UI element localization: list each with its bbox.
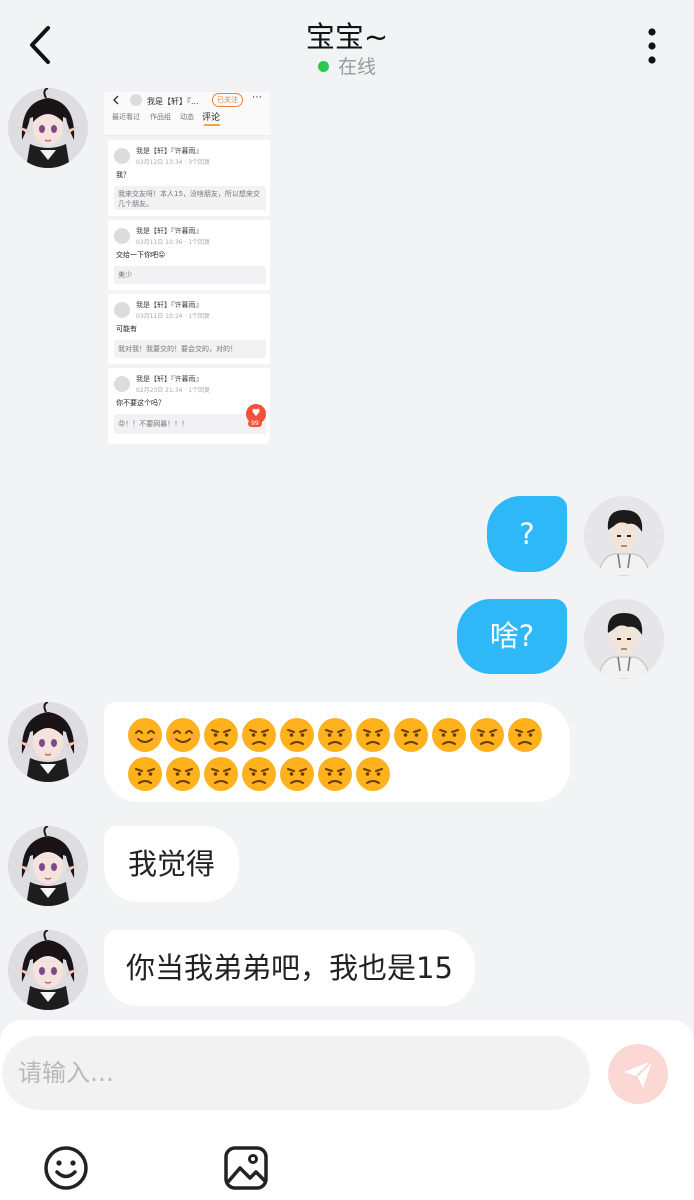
card-name: 我是【轩】『许暮雨』 [136,147,203,155]
card-reply-text: 😟！！不要网暴！！！ [118,420,189,428]
card-text: 你不要这个吗？ [116,399,165,407]
avatar [114,228,130,244]
emoji-icon [44,1146,88,1190]
frown-emoji-icon [280,718,314,752]
card-name: 我是【轩】『许暮雨』 [136,227,203,235]
emoji-row [126,755,392,793]
card-meta: 03月11日 10:36 · 1个回复 [136,239,211,246]
frown-emoji-icon [204,757,238,791]
contact-name: 宝宝~ [305,20,389,54]
card-reply: 😟！！不要网暴！！！ [114,414,266,434]
more-button[interactable] [640,26,664,66]
online-status-text: 在线 [337,56,376,78]
card-meta: 02月23日 21:34 · 1个回复 [136,387,211,394]
card-name: 我是【轩】『许暮雨』 [136,301,203,309]
message-text: 我觉得 [128,846,216,881]
message-text: 啥? [489,619,535,653]
frown-emoji-icon [242,718,276,752]
card-text: 交给一下你吧😛 [116,251,166,259]
frown-emoji-icon [394,718,428,752]
send-icon [624,1060,653,1088]
follow-badge: 已关注 [212,93,243,107]
online-status: 在线 [0,52,694,79]
card-text: 可能有 [116,325,137,333]
chat-header: 宝宝~ 在线 [0,0,694,92]
frown-emoji-icon [204,718,238,752]
card-meta: 03月12日 13:34 · 3个回复 [136,159,211,166]
card-reply-text: 我对我！我要交的！要会交的，对的！ [118,345,237,353]
image-message[interactable]: 我是【轩】『... 已关注 ⋯ 最近看过 作品组 动态 评论 我是【轩】『许暮雨… [104,92,270,448]
card-text: 我？ [116,171,130,179]
image-card: 我是【轩】『许暮雨』 03月11日 10:24 · 1个回复 可能有 我对我！我… [108,294,270,364]
image-tab: 最近看过 [112,113,140,121]
message-text: 你当我弟弟吧，我也是15 [126,950,453,985]
image-header: 我是【轩】『... 已关注 ⋯ 最近看过 作品组 动态 评论 [104,92,270,136]
frown-emoji-icon [166,757,200,791]
tab-indicator [204,124,220,126]
card-reply: 美少 [114,266,266,284]
frown-emoji-icon [356,718,390,752]
like-count-badge: 99 [248,420,262,427]
frown-emoji-icon [280,757,314,791]
avatar [114,302,130,318]
frown-emoji-icon [128,757,162,791]
online-dot [317,61,329,72]
avatar [130,94,142,106]
contact-avatar[interactable] [8,930,88,1010]
image-title: 我是【轩】『... [147,97,199,106]
my-avatar[interactable] [584,599,664,679]
message-bubble-incoming[interactable]: 我觉得 [104,826,240,902]
message-text: ? [519,516,535,551]
frown-emoji-icon [432,718,466,752]
contact-avatar[interactable] [8,826,88,906]
frown-emoji-icon [318,757,352,791]
image-icon [224,1146,268,1190]
card-meta: 03月11日 10:24 · 1个回复 [136,313,211,320]
smile-emoji-icon [128,718,162,752]
contact-avatar[interactable] [8,702,88,782]
image-tab: 作品组 [150,113,171,121]
message-input[interactable] [2,1036,590,1110]
frown-emoji-icon [470,718,504,752]
frown-emoji-icon [508,718,542,752]
frown-emoji-icon [242,757,276,791]
message-bubble-incoming[interactable]: 你当我弟弟吧，我也是15 [104,930,475,1006]
image-button[interactable] [222,1144,270,1192]
image-card: 我是【轩】『许暮雨』 02月23日 21:34 · 1个回复 你不要这个吗？ 😟… [108,368,270,444]
message-bubble-outgoing[interactable]: ? [487,496,567,572]
image-card: 我是【轩】『许暮雨』 03月11日 10:36 · 1个回复 交给一下你吧😛 美… [108,220,270,290]
image-card: 我是【轩】『许暮雨』 03月12日 13:34 · 3个回复 我？ 我来交友呀！… [108,140,270,216]
card-name: 我是【轩】『许暮雨』 [136,375,203,383]
emoji-button[interactable] [42,1144,90,1192]
my-avatar[interactable] [584,496,664,576]
card-reply: 我对我！我要交的！要会交的，对的！ [114,340,266,358]
image-tab: 动态 [180,113,194,121]
frown-emoji-icon [356,757,390,791]
message-composer [0,1020,694,1200]
more-vertical-icon [648,28,656,64]
avatar [114,376,130,392]
card-reply: 我来交友呀！本人15，没啥朋友，所以想来交几个朋友。 [114,186,266,210]
contact-avatar[interactable] [8,88,88,168]
avatar [114,148,130,164]
emoji-row [126,716,544,754]
send-button[interactable] [608,1044,668,1104]
smile-emoji-icon [166,718,200,752]
frown-emoji-icon [318,718,352,752]
more-icon: ⋯ [252,92,262,103]
message-bubble-incoming[interactable] [104,702,570,802]
card-reply-text: 美少 [118,271,132,279]
card-reply-text: 我来交友呀！本人15，没啥朋友，所以想来交几个朋友。 [118,190,260,208]
image-tab: 评论 [202,113,221,123]
message-bubble-outgoing[interactable]: 啥? [457,599,567,674]
chevron-left-icon [113,95,119,105]
